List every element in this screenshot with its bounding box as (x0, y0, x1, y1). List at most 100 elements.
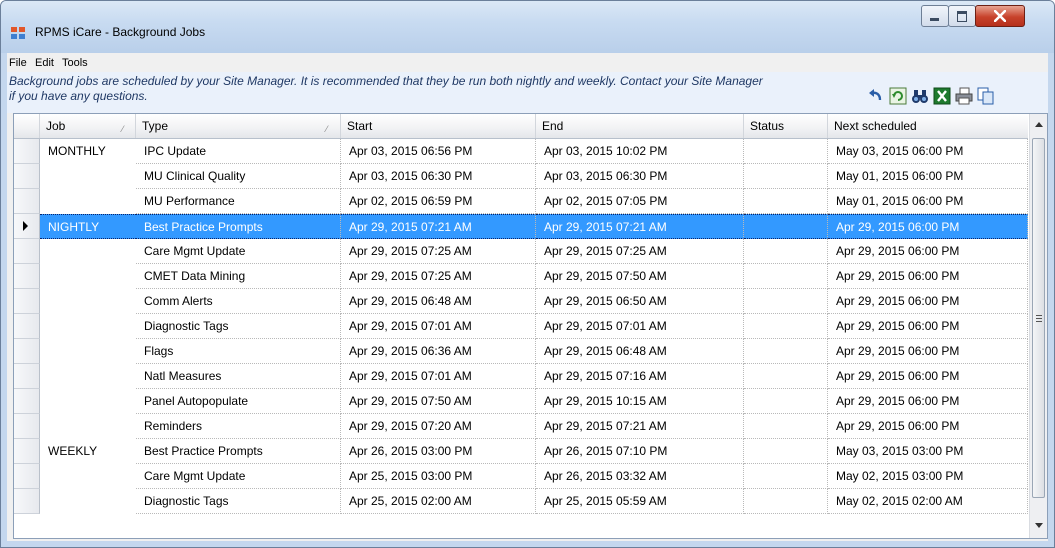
cell-type[interactable]: Care Mgmt Update (136, 239, 341, 264)
row-header[interactable] (14, 439, 40, 464)
print-icon[interactable] (955, 87, 973, 105)
cell-next[interactable]: Apr 29, 2015 06:00 PM (828, 339, 1028, 364)
cell-type[interactable]: MU Performance (136, 189, 341, 214)
row-header[interactable] (14, 189, 40, 214)
cell-start[interactable]: Apr 25, 2015 03:00 PM (341, 464, 536, 489)
cell-job[interactable] (40, 389, 136, 414)
minimize-button[interactable] (921, 5, 949, 27)
cell-end[interactable]: Apr 29, 2015 07:21 AM (536, 414, 744, 439)
cell-status[interactable] (744, 189, 828, 214)
column-header-start[interactable]: Start (341, 114, 536, 138)
row-header[interactable] (14, 339, 40, 364)
cell-job[interactable] (40, 339, 136, 364)
menu-file[interactable]: File (9, 57, 27, 69)
table-row[interactable]: Flags Apr 29, 2015 06:36 AM Apr 29, 2015… (14, 339, 1028, 364)
vertical-scrollbar[interactable] (1029, 114, 1047, 538)
cell-next[interactable]: Apr 29, 2015 06:00 PM (828, 264, 1028, 289)
cell-job[interactable] (40, 289, 136, 314)
cell-job[interactable] (40, 489, 136, 514)
cell-next[interactable]: May 01, 2015 06:00 PM (828, 189, 1028, 214)
cell-job[interactable] (40, 364, 136, 389)
cell-end[interactable]: Apr 29, 2015 07:21 AM (536, 214, 744, 239)
cell-start[interactable]: Apr 25, 2015 02:00 AM (341, 489, 536, 514)
cell-status[interactable] (744, 264, 828, 289)
cell-job[interactable] (40, 164, 136, 189)
cell-status[interactable] (744, 464, 828, 489)
cell-end[interactable]: Apr 29, 2015 07:25 AM (536, 239, 744, 264)
copy-icon[interactable] (977, 87, 995, 105)
cell-next[interactable]: Apr 29, 2015 06:00 PM (828, 414, 1028, 439)
cell-end[interactable]: Apr 29, 2015 06:48 AM (536, 339, 744, 364)
cell-end[interactable]: Apr 29, 2015 07:16 AM (536, 364, 744, 389)
cell-start[interactable]: Apr 26, 2015 03:00 PM (341, 439, 536, 464)
cell-next[interactable]: Apr 29, 2015 06:00 PM (828, 239, 1028, 264)
row-header[interactable] (14, 214, 40, 239)
cell-status[interactable] (744, 239, 828, 264)
row-header[interactable] (14, 464, 40, 489)
cell-type[interactable]: Diagnostic Tags (136, 489, 341, 514)
cell-next[interactable]: Apr 29, 2015 06:00 PM (828, 364, 1028, 389)
cell-type[interactable]: Best Practice Prompts (136, 439, 341, 464)
cell-job[interactable]: MONTHLY (40, 139, 136, 164)
column-header-end[interactable]: End (536, 114, 744, 138)
cell-end[interactable]: Apr 02, 2015 07:05 PM (536, 189, 744, 214)
cell-start[interactable]: Apr 03, 2015 06:56 PM (341, 139, 536, 164)
row-header[interactable] (14, 164, 40, 189)
cell-next[interactable]: Apr 29, 2015 06:00 PM (828, 289, 1028, 314)
row-header[interactable] (14, 264, 40, 289)
cell-start[interactable]: Apr 29, 2015 07:50 AM (341, 389, 536, 414)
cell-next[interactable]: May 02, 2015 02:00 AM (828, 489, 1028, 514)
cell-type[interactable]: Panel Autopopulate (136, 389, 341, 414)
cell-job[interactable] (40, 464, 136, 489)
cell-next[interactable]: May 02, 2015 03:00 PM (828, 464, 1028, 489)
cell-type[interactable]: Diagnostic Tags (136, 314, 341, 339)
cell-type[interactable]: Natl Measures (136, 364, 341, 389)
cell-status[interactable] (744, 339, 828, 364)
title-bar[interactable]: RPMS iCare - Background Jobs (1, 1, 1054, 53)
cell-job[interactable] (40, 414, 136, 439)
cell-end[interactable]: Apr 29, 2015 06:50 AM (536, 289, 744, 314)
cell-status[interactable] (744, 164, 828, 189)
cell-start[interactable]: Apr 29, 2015 06:36 AM (341, 339, 536, 364)
cell-type[interactable]: MU Clinical Quality (136, 164, 341, 189)
cell-start[interactable]: Apr 03, 2015 06:30 PM (341, 164, 536, 189)
cell-end[interactable]: Apr 29, 2015 07:01 AM (536, 314, 744, 339)
table-row[interactable]: Panel Autopopulate Apr 29, 2015 07:50 AM… (14, 389, 1028, 414)
cell-job[interactable]: NIGHTLY (40, 214, 136, 239)
cell-type[interactable]: Reminders (136, 414, 341, 439)
cell-status[interactable] (744, 364, 828, 389)
table-row[interactable]: Diagnostic Tags Apr 25, 2015 02:00 AM Ap… (14, 489, 1028, 514)
cell-type[interactable]: Flags (136, 339, 341, 364)
table-row[interactable]: Care Mgmt Update Apr 29, 2015 07:25 AM A… (14, 239, 1028, 264)
table-row-selected[interactable]: NIGHTLY Best Practice Prompts Apr 29, 20… (14, 214, 1028, 239)
table-row[interactable]: MU Performance Apr 02, 2015 06:59 PM Apr… (14, 189, 1028, 214)
scroll-down-arrow-icon[interactable] (1035, 523, 1043, 528)
cell-start[interactable]: Apr 29, 2015 07:25 AM (341, 264, 536, 289)
cell-end[interactable]: Apr 26, 2015 07:10 PM (536, 439, 744, 464)
cell-status[interactable] (744, 389, 828, 414)
table-row[interactable]: Reminders Apr 29, 2015 07:20 AM Apr 29, … (14, 414, 1028, 439)
table-row[interactable]: CMET Data Mining Apr 29, 2015 07:25 AM A… (14, 264, 1028, 289)
undo-icon[interactable] (867, 87, 885, 105)
cell-start[interactable]: Apr 29, 2015 07:20 AM (341, 414, 536, 439)
table-row[interactable]: WEEKLY Best Practice Prompts Apr 26, 201… (14, 439, 1028, 464)
row-header[interactable] (14, 289, 40, 314)
row-header[interactable] (14, 364, 40, 389)
menu-edit[interactable]: Edit (35, 57, 54, 69)
cell-status[interactable] (744, 439, 828, 464)
maximize-button[interactable] (948, 5, 976, 27)
column-header-status[interactable]: Status (744, 114, 828, 138)
cell-status[interactable] (744, 139, 828, 164)
cell-status[interactable] (744, 214, 828, 239)
row-header[interactable] (14, 489, 40, 514)
cell-job[interactable] (40, 314, 136, 339)
cell-type[interactable]: Best Practice Prompts (136, 214, 341, 239)
row-header[interactable] (14, 139, 40, 164)
cell-job[interactable] (40, 264, 136, 289)
cell-next[interactable]: Apr 29, 2015 06:00 PM (828, 314, 1028, 339)
table-row[interactable]: Diagnostic Tags Apr 29, 2015 07:01 AM Ap… (14, 314, 1028, 339)
table-row[interactable]: Care Mgmt Update Apr 25, 2015 03:00 PM A… (14, 464, 1028, 489)
column-header-next[interactable]: Next scheduled (828, 114, 1028, 138)
cell-next[interactable]: May 01, 2015 06:00 PM (828, 164, 1028, 189)
table-row[interactable]: Natl Measures Apr 29, 2015 07:01 AM Apr … (14, 364, 1028, 389)
